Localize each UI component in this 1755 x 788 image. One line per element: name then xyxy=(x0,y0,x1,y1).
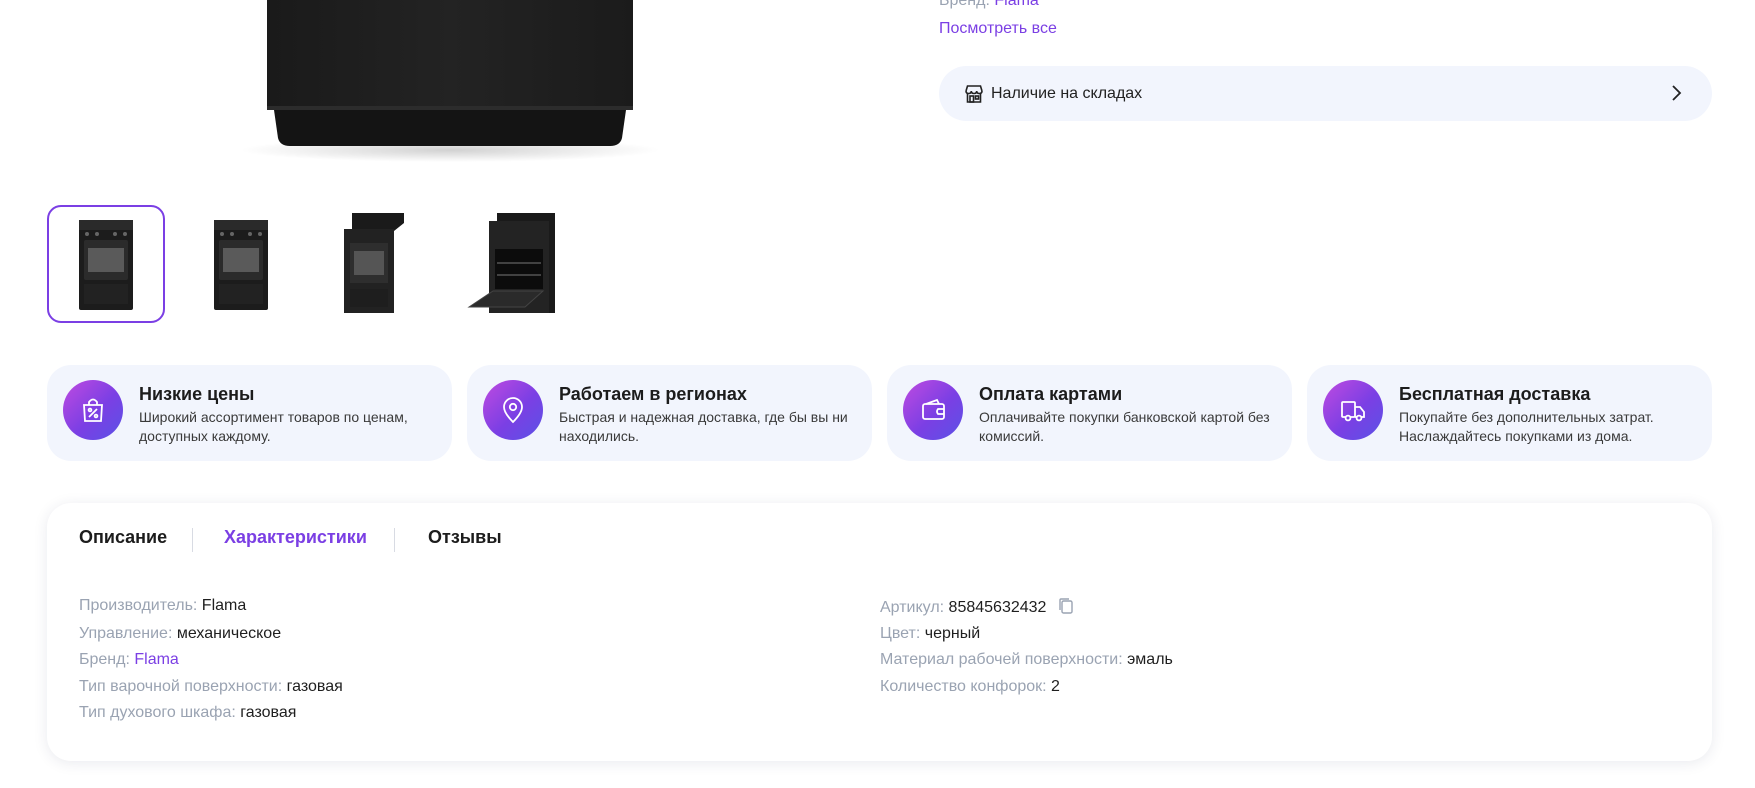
spec-surface-material: Материал рабочей поверхности: эмаль xyxy=(880,651,1173,669)
spec-brand-link[interactable]: Flama xyxy=(134,651,178,668)
stove-front-thumbnail-icon xyxy=(79,220,133,310)
stove-front-thumbnail-icon xyxy=(214,220,268,310)
feature-title: Работаем в регионах xyxy=(559,384,747,404)
tab-divider xyxy=(394,528,395,552)
feature-description: Быстрая и надежная доставка, где бы вы н… xyxy=(559,409,848,444)
delivery-truck-icon xyxy=(1323,380,1383,440)
tab-divider xyxy=(192,528,193,552)
spec-key: Тип духового шкафа: xyxy=(79,704,236,721)
feature-card-free-delivery: Бесплатная доставка Покупайте без дополн… xyxy=(1307,365,1712,461)
spec-value: механическое xyxy=(176,625,282,642)
spec-value: Flama xyxy=(201,597,247,614)
spec-key: Количество конфорок: xyxy=(880,678,1047,695)
spec-value: 2 xyxy=(1051,678,1060,695)
copy-icon[interactable] xyxy=(1057,597,1075,615)
feature-description: Широкий ассортимент товаров по ценам, до… xyxy=(139,409,408,444)
spec-value: газовая xyxy=(286,678,343,695)
map-pin-icon xyxy=(483,380,543,440)
stock-availability-label: Наличие на складах xyxy=(991,84,1143,102)
product-thumbnail-1[interactable] xyxy=(47,205,165,323)
tab-characteristics[interactable]: Характеристики xyxy=(224,527,367,548)
chevron-right-icon xyxy=(1666,83,1686,103)
feature-title: Оплата картами xyxy=(979,384,1123,404)
feature-card-regions: Работаем в регионах Быстрая и надежная д… xyxy=(467,365,872,461)
spec-key: Цвет: xyxy=(880,625,921,642)
spec-brand: Бренд: Flama xyxy=(79,651,179,669)
feature-title: Бесплатная доставка xyxy=(1399,384,1591,404)
product-main-image xyxy=(230,0,670,168)
stove-open-door-thumbnail-icon xyxy=(467,213,555,313)
spec-hob-type: Тип варочной поверхности: газовая xyxy=(79,678,343,696)
brand-label: Бренд: xyxy=(939,0,990,9)
spec-value: эмаль xyxy=(1127,651,1173,668)
spec-value: 85845632432 xyxy=(948,599,1047,616)
spec-key: Бренд: xyxy=(79,651,130,668)
feature-card-low-prices: Низкие цены Широкий ассортимент товаров … xyxy=(47,365,452,461)
spec-key: Материал рабочей поверхности: xyxy=(880,651,1123,668)
stock-availability-button[interactable]: Наличие на складах xyxy=(939,66,1712,121)
feature-description: Покупайте без дополнительных затрат. Нас… xyxy=(1399,409,1654,444)
spec-article: Артикул: 85845632432 xyxy=(880,597,1075,617)
product-thumbnail-3[interactable] xyxy=(313,205,431,323)
see-all-link[interactable]: Посмотреть все xyxy=(939,20,1057,38)
feature-card-card-payment: Оплата картами Оплачивайте покупки банко… xyxy=(887,365,1292,461)
spec-control: Управление: механическое xyxy=(79,625,281,643)
spec-oven-type: Тип духового шкафа: газовая xyxy=(79,704,296,722)
spec-key: Управление: xyxy=(79,625,173,642)
product-thumbnail-2[interactable] xyxy=(182,205,300,323)
wallet-icon xyxy=(903,380,963,440)
spec-value: черный xyxy=(924,625,981,642)
spec-manufacturer: Производитель: Flama xyxy=(79,597,246,615)
stove-side-thumbnail-icon xyxy=(344,213,404,313)
product-thumbnail-4[interactable] xyxy=(454,205,572,323)
feature-title: Низкие цены xyxy=(139,384,255,404)
spec-burner-count: Количество конфорок: 2 xyxy=(880,678,1060,696)
spec-key: Тип варочной поверхности: xyxy=(79,678,283,695)
feature-description: Оплачивайте покупки банковской картой бе… xyxy=(979,409,1270,444)
store-icon xyxy=(963,83,985,105)
tab-description[interactable]: Описание xyxy=(79,527,167,548)
brand-line: Бренд: Flama xyxy=(939,0,1039,10)
spec-key: Артикул: xyxy=(880,599,945,616)
tab-reviews[interactable]: Отзывы xyxy=(428,527,502,548)
spec-value: газовая xyxy=(240,704,297,721)
brand-link[interactable]: Flama xyxy=(994,0,1038,9)
spec-key: Производитель: xyxy=(79,597,198,614)
spec-color: Цвет: черный xyxy=(880,625,980,643)
shopping-bag-percent-icon xyxy=(63,380,123,440)
